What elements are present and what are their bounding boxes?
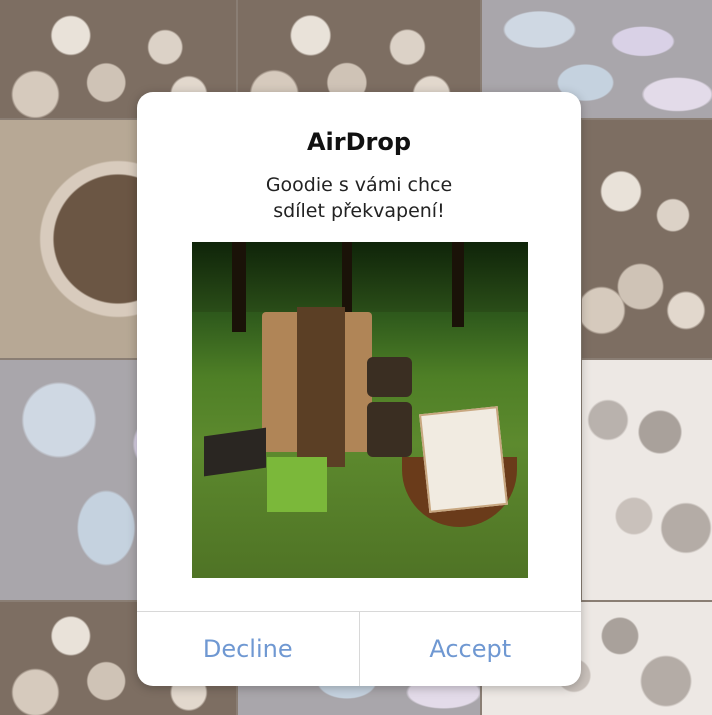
shared-photo-preview	[192, 242, 528, 578]
background-tile	[582, 360, 712, 600]
decline-button[interactable]: Decline	[137, 612, 359, 686]
dialog-message: Goodie s vámi chce sdílet překvapení!	[265, 174, 453, 222]
background-tile	[582, 120, 712, 358]
accept-button[interactable]: Accept	[358, 612, 582, 686]
airdrop-dialog: AirDrop Goodie s vámi chce sdílet překva…	[137, 92, 581, 686]
dialog-button-bar: Decline Accept	[137, 611, 581, 686]
dialog-title: AirDrop	[306, 128, 412, 156]
